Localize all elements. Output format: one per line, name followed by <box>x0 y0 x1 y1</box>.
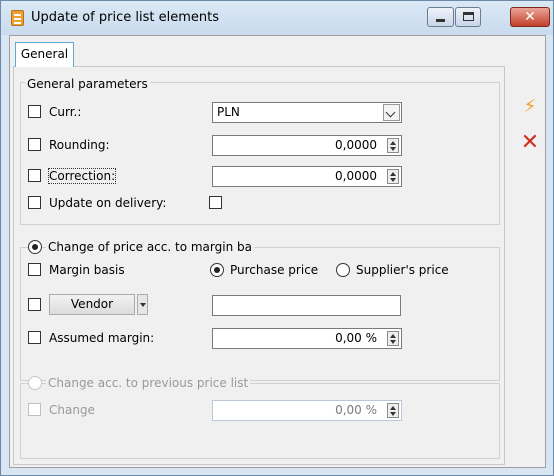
dialog-client-area: General General parameters Curr.: PLN Ro… <box>9 35 546 468</box>
change-label: Change <box>49 403 95 417</box>
execute-icon[interactable]: ⚡ <box>518 95 542 119</box>
currency-value: PLN <box>217 105 240 119</box>
dialog-window: Update of price list elements ✕ General … <box>0 0 554 476</box>
correction-checkbox[interactable] <box>28 169 41 182</box>
purchase-price-radio[interactable] <box>210 263 224 277</box>
currency-label: Curr.: <box>49 105 82 119</box>
correction-spinner-icon[interactable] <box>387 169 399 184</box>
margin-mode-radio[interactable] <box>28 240 42 254</box>
close-button[interactable]: ✕ <box>510 7 550 27</box>
update-on-delivery-checkbox[interactable] <box>28 196 41 209</box>
minimize-icon <box>436 19 445 22</box>
currency-checkbox[interactable] <box>28 105 41 118</box>
rounding-input[interactable]: 0,0000 <box>212 135 402 156</box>
margin-basis-checkbox[interactable] <box>28 263 41 276</box>
update-on-delivery-label: Update on delivery: <box>49 196 167 210</box>
correction-input[interactable]: 0,0000 <box>212 166 402 187</box>
correction-label: Correction: <box>47 168 117 184</box>
vendor-input[interactable] <box>212 295 401 316</box>
maximize-button[interactable] <box>455 7 481 27</box>
general-parameters-legend: General parameters <box>25 77 150 91</box>
assumed-margin-checkbox[interactable] <box>28 331 41 344</box>
change-checkbox[interactable] <box>28 403 41 416</box>
previous-price-list-radio[interactable] <box>28 376 42 390</box>
previous-price-list-legend: Change acc. to previous price list <box>46 376 251 390</box>
assumed-margin-spinner-icon[interactable] <box>387 331 399 346</box>
rounding-spinner-icon[interactable] <box>387 138 399 153</box>
margin-group-legend: Change of price acc. to margin ba <box>46 240 254 254</box>
suppliers-price-radio[interactable] <box>336 263 350 277</box>
tab-general[interactable]: General <box>15 42 74 67</box>
change-input[interactable]: 0,00 % <box>212 400 402 421</box>
purchase-price-label: Purchase price <box>230 263 319 277</box>
vendor-button[interactable]: Vendor <box>49 294 135 315</box>
maximize-icon <box>463 12 474 21</box>
currency-select[interactable]: PLN <box>212 102 402 123</box>
vendor-checkbox[interactable] <box>28 298 41 311</box>
correction-value: 0,0000 <box>335 169 377 183</box>
assumed-margin-value: 0,00 % <box>335 331 377 345</box>
assumed-margin-label: Assumed margin: <box>49 331 155 345</box>
margin-basis-label: Margin basis <box>49 263 125 277</box>
update-on-delivery-value-checkbox[interactable] <box>209 196 222 209</box>
window-title: Update of price list elements <box>31 10 219 25</box>
suppliers-price-label: Supplier's price <box>356 263 449 277</box>
rounding-label: Rounding: <box>49 138 110 152</box>
rounding-value: 0,0000 <box>335 138 377 152</box>
cancel-icon[interactable]: ✕ <box>518 131 542 155</box>
chevron-down-icon[interactable] <box>383 104 400 121</box>
title-bar[interactable]: Update of price list elements ✕ <box>1 1 553 35</box>
change-value: 0,00 % <box>335 403 377 417</box>
price-list-icon <box>11 10 24 26</box>
vendor-dropdown-icon[interactable] <box>137 294 148 315</box>
change-spinner-icon[interactable] <box>387 403 399 418</box>
rounding-checkbox[interactable] <box>28 138 41 151</box>
assumed-margin-input[interactable]: 0,00 % <box>212 328 402 349</box>
close-icon: ✕ <box>524 9 536 25</box>
previous-price-list-group <box>20 383 500 459</box>
minimize-button[interactable] <box>427 7 454 27</box>
tab-panel-general: General parameters Curr.: PLN Rounding: … <box>13 66 505 465</box>
